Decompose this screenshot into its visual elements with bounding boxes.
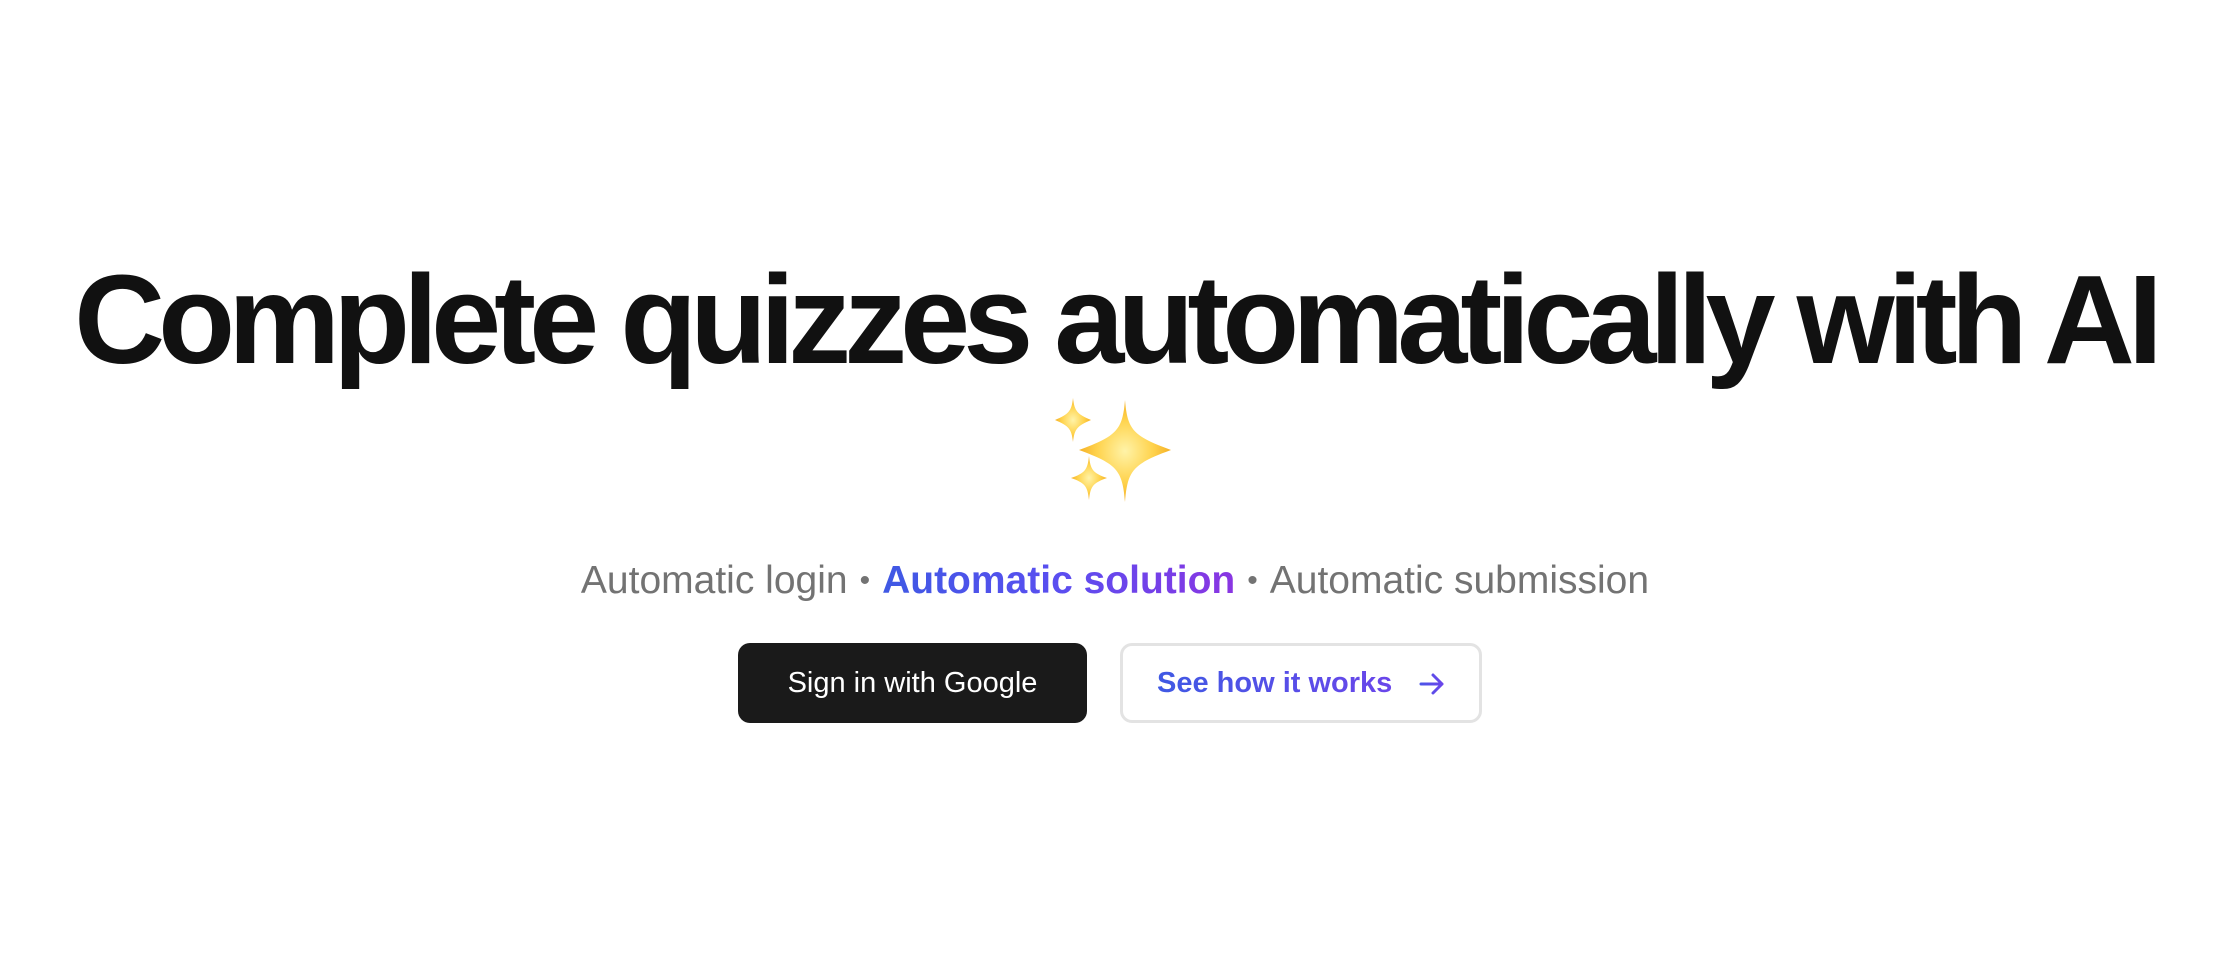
- feature-automatic-solution: Automatic solution: [882, 559, 1236, 602]
- sign-in-button-label: Sign in with Google: [787, 666, 1038, 699]
- arrow-right-icon: [1419, 673, 1444, 695]
- hero-section: Complete quizzes automatically with AI A…: [0, 0, 2230, 956]
- see-how-it-works-button[interactable]: See how it works: [1120, 643, 1482, 723]
- see-how-it-works-label: See how it works: [1157, 646, 1392, 720]
- sign-in-with-google-button[interactable]: Sign in with Google: [738, 643, 1087, 723]
- feature-automatic-login: Automatic login: [580, 559, 848, 602]
- feature-automatic-submission: Automatic submission: [1269, 559, 1650, 602]
- feature-separator: •: [859, 564, 871, 597]
- feature-list: Automatic login • Automatic solution • Autom…: [0, 556, 2230, 609]
- hero-headline: Complete quizzes automatically with AI: [74, 249, 2163, 390]
- feature-separator: •: [1247, 564, 1258, 597]
- sparkles-icon: [1055, 398, 1171, 502]
